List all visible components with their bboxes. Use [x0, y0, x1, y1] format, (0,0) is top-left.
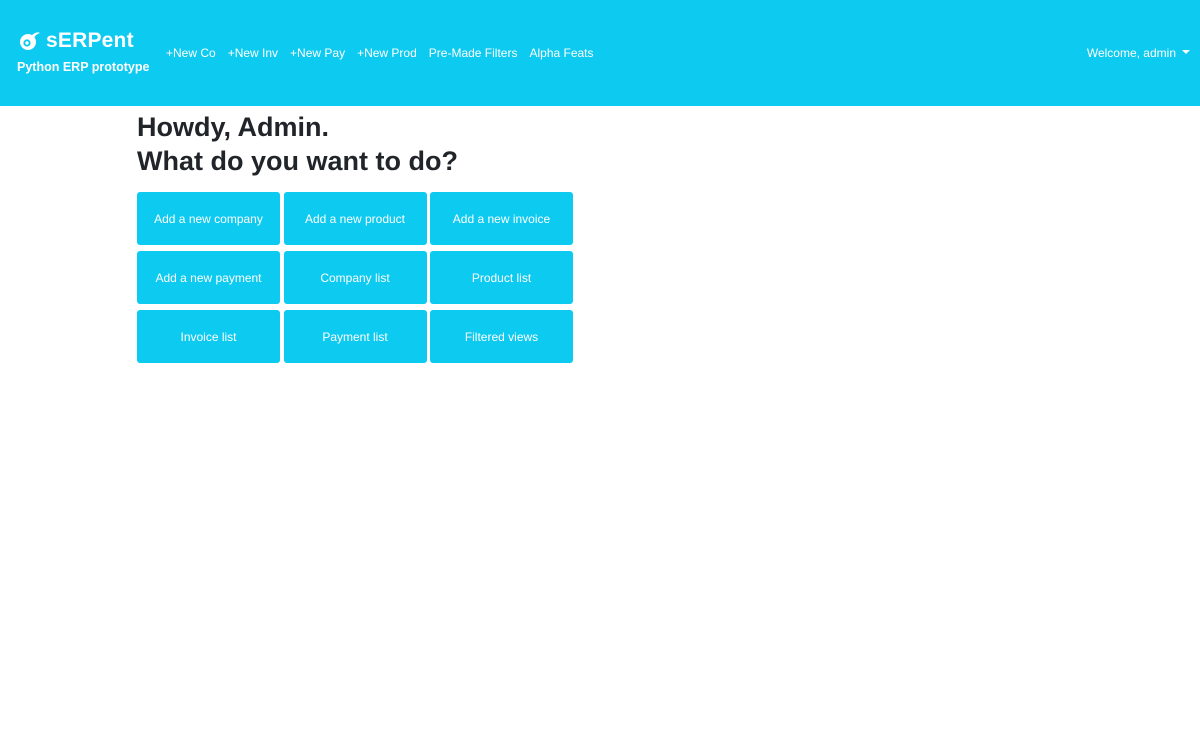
brand-subtitle: Python ERP prototype — [17, 60, 150, 74]
nav-links: +New Co +New Inv +New Pay +New Prod Pre-… — [166, 46, 594, 60]
add-payment-button[interactable]: Add a new payment — [137, 251, 280, 304]
nav-link-alpha-feats[interactable]: Alpha Feats — [529, 46, 593, 60]
invoice-list-button[interactable]: Invoice list — [137, 310, 280, 363]
top-navbar: sERPent Python ERP prototype +New Co +Ne… — [0, 0, 1200, 106]
product-list-button[interactable]: Product list — [430, 251, 573, 304]
nav-link-pre-made-filters[interactable]: Pre-Made Filters — [429, 46, 518, 60]
brand-name: sERPent — [46, 29, 134, 52]
add-invoice-button[interactable]: Add a new invoice — [430, 192, 573, 245]
payment-list-button[interactable]: Payment list — [283, 310, 427, 363]
user-menu-label: Welcome, admin — [1086, 46, 1176, 60]
add-product-button[interactable]: Add a new product — [283, 192, 427, 245]
nav-link-new-invoice[interactable]: +New Inv — [228, 46, 278, 60]
nav-link-new-product[interactable]: +New Prod — [357, 46, 417, 60]
caret-down-icon — [1182, 50, 1190, 54]
snake-eye-logo-icon — [17, 29, 41, 53]
brand-title-row: sERPent — [17, 28, 149, 54]
brand-link[interactable]: sERPent Python ERP prototype — [17, 28, 149, 74]
company-list-button[interactable]: Company list — [283, 251, 427, 304]
add-company-button[interactable]: Add a new company — [137, 192, 280, 245]
question-text: What do you want to do? — [137, 146, 458, 176]
page-heading: Howdy, Admin. What do you want to do? — [137, 110, 458, 178]
action-button-grid: Add a new company Add a new product Add … — [137, 192, 573, 363]
nav-link-new-payment[interactable]: +New Pay — [290, 46, 345, 60]
greeting-text: Howdy, Admin. — [137, 112, 329, 142]
user-menu-dropdown[interactable]: Welcome, admin — [1087, 46, 1190, 60]
nav-link-new-company[interactable]: +New Co — [166, 46, 216, 60]
filtered-views-button[interactable]: Filtered views — [430, 310, 573, 363]
